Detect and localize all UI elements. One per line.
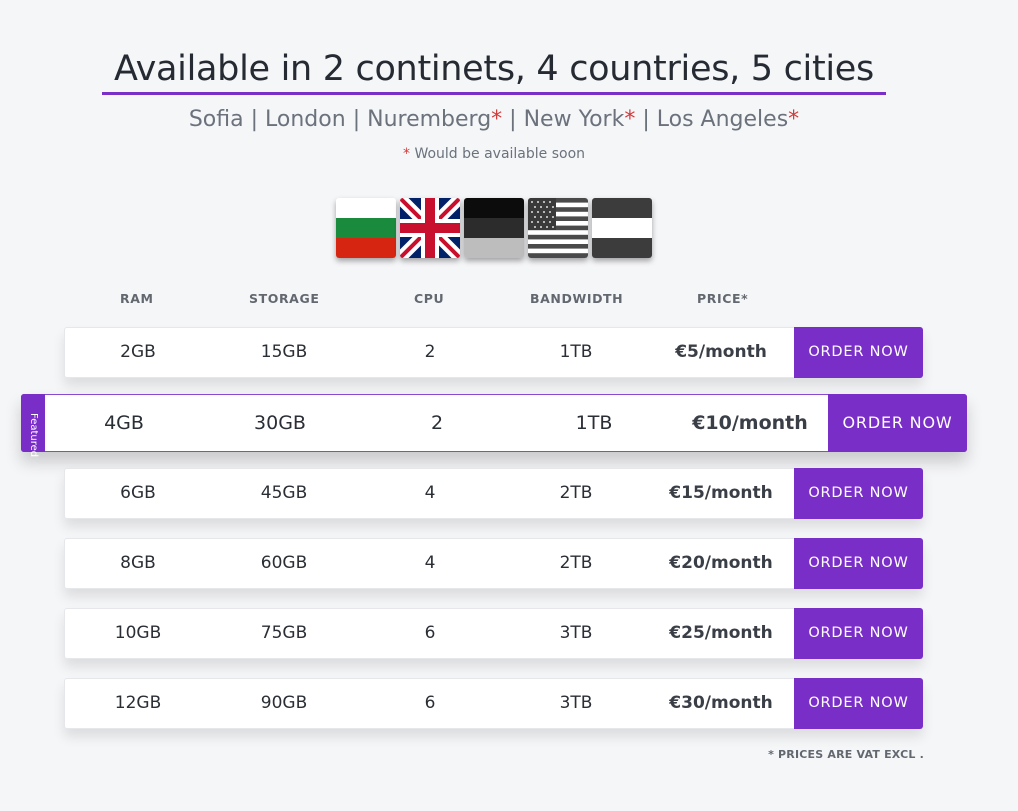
city-separator: |: [642, 107, 650, 132]
plan-price: €15/month: [669, 483, 773, 503]
soon-star: *: [402, 146, 410, 162]
plan-ram: 2GB: [120, 342, 156, 362]
plan-row-featured: Featured 4GB 30GB 2 1TB €10/month ORDER …: [21, 394, 967, 458]
soon-star: *: [788, 107, 800, 132]
page-title: Available in 2 continets, 4 countries, 5…: [102, 46, 886, 95]
plan-row: 10GB 75GB 6 3TB €25/month ORDER NOW: [64, 608, 923, 659]
city-los-angeles: Los Angeles: [656, 107, 789, 132]
germany-flag-icon: [464, 198, 524, 258]
uk-flag-icon: [400, 198, 460, 258]
plan-bandwidth: 1TB: [559, 342, 593, 362]
plan-bandwidth: 2TB: [559, 553, 593, 573]
order-now-button[interactable]: ORDER NOW: [794, 608, 923, 659]
order-now-button[interactable]: ORDER NOW: [794, 538, 923, 589]
city-nuremberg: Nuremberg: [367, 107, 492, 132]
soon-star: *: [491, 107, 503, 132]
plan-bandwidth: 1TB: [575, 412, 613, 434]
plan-storage: 30GB: [254, 412, 306, 434]
city-separator: |: [250, 107, 259, 132]
plan-ram: 10GB: [114, 623, 162, 643]
plan-storage: 15GB: [260, 342, 308, 362]
plan-ram: 4GB: [104, 412, 144, 434]
plan-row: 6GB 45GB 4 2TB €15/month ORDER NOW: [64, 468, 923, 519]
vat-note: * PRICES ARE VAT EXCL .: [768, 748, 924, 761]
order-now-button[interactable]: ORDER NOW: [794, 327, 923, 378]
column-header-storage: STORAGE: [249, 291, 320, 306]
bulgaria-flag-icon: [336, 198, 396, 258]
featured-badge: Featured: [21, 394, 45, 458]
plan-price: €30/month: [669, 693, 773, 713]
soon-star: *: [624, 107, 636, 132]
plan-bandwidth: 3TB: [559, 623, 593, 643]
availability-note: * Would be available soon: [0, 144, 988, 164]
featured-label: Featured: [28, 413, 39, 458]
plan-bandwidth: 3TB: [559, 693, 593, 713]
plan-storage: 45GB: [260, 483, 308, 503]
usa-flag-icon: [528, 198, 588, 258]
column-header-cpu: CPU: [414, 291, 445, 306]
plan-cpu: 6: [424, 623, 436, 643]
plan-storage: 60GB: [260, 553, 308, 573]
city-new-york: New York: [523, 107, 625, 132]
plan-price: €25/month: [669, 623, 773, 643]
city-separator: |: [352, 107, 361, 132]
city-separator: |: [509, 107, 517, 132]
cities-list: Sofia | London | Nuremberg* | New York* …: [0, 104, 988, 136]
plan-cpu: 2: [430, 412, 444, 434]
column-header-ram: RAM: [120, 291, 154, 306]
city-sofia: Sofia: [188, 107, 244, 132]
plan-price: €5/month: [675, 342, 767, 362]
plan-row: 2GB 15GB 2 1TB €5/month ORDER NOW: [64, 327, 923, 378]
soon-note-text: Would be available soon: [414, 146, 586, 162]
plan-price: €20/month: [669, 553, 773, 573]
plan-storage: 90GB: [260, 693, 308, 713]
order-now-button[interactable]: ORDER NOW: [828, 394, 967, 452]
column-header-price: PRICE*: [697, 291, 749, 306]
plan-storage: 75GB: [260, 623, 308, 643]
plan-price: €10/month: [692, 412, 808, 434]
plan-row: 8GB 60GB 4 2TB €20/month ORDER NOW: [64, 538, 923, 589]
column-header-bandwidth: BANDWIDTH: [530, 291, 624, 306]
plan-ram: 6GB: [120, 483, 156, 503]
plan-cpu: 4: [424, 553, 436, 573]
order-now-button[interactable]: ORDER NOW: [794, 468, 923, 519]
plan-bandwidth: 2TB: [559, 483, 593, 503]
plan-cpu: 4: [424, 483, 436, 503]
plan-cpu: 6: [424, 693, 436, 713]
city-london: London: [265, 107, 346, 132]
plan-row: 12GB 90GB 6 3TB €30/month ORDER NOW: [64, 678, 923, 729]
plan-ram: 12GB: [114, 693, 162, 713]
plan-ram: 8GB: [120, 553, 156, 573]
plan-cpu: 2: [424, 342, 436, 362]
usa-flag-alt-icon: [592, 198, 652, 258]
order-now-button[interactable]: ORDER NOW: [794, 678, 923, 729]
